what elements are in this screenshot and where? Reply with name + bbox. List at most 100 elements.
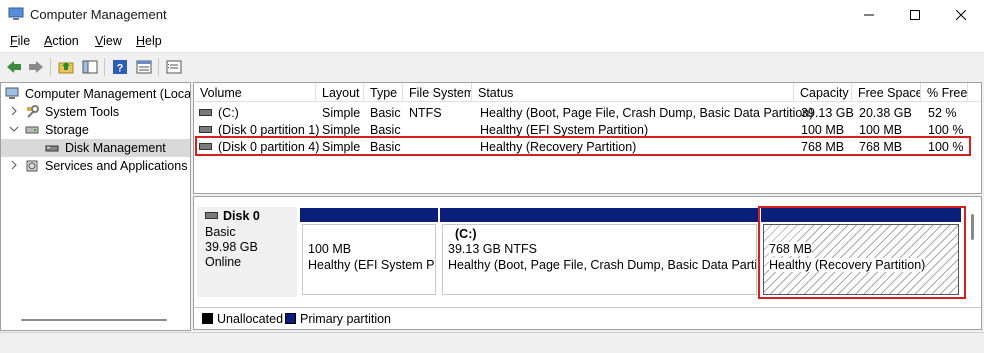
cell-pct-free: 52 % <box>928 106 957 120</box>
menu-action-label: ction <box>52 34 79 48</box>
chevron-down-icon[interactable] <box>9 124 19 134</box>
column-header-capacity[interactable]: Capacity <box>794 83 852 102</box>
cell-file-system: NTFS <box>409 106 442 120</box>
maximize-button[interactable] <box>892 0 938 30</box>
partition-name: (C:) <box>455 227 477 241</box>
tree-label-storage: Storage <box>45 123 89 137</box>
cell-type: Basic <box>370 106 401 120</box>
disk-icon <box>205 212 218 219</box>
help-button[interactable]: ? <box>110 57 130 77</box>
volume-list-header: Volume Layout Type File System Status Ca… <box>194 83 981 102</box>
cell-volume: (Disk 0 partition 1) <box>218 123 320 137</box>
legend-label-unallocated: Unallocated <box>217 312 284 326</box>
partition-c[interactable]: (C:) 39.13 GB NTFS Healthy (Boot, Page F… <box>440 208 759 297</box>
disk-info-panel[interactable]: Disk 0 Basic 39.98 GB Online <box>197 207 297 297</box>
tree-item-services-and-applications[interactable]: Services and Applications <box>1 157 190 175</box>
menu-help[interactable]: Help <box>136 34 162 48</box>
menu-file[interactable]: File <box>10 34 30 48</box>
export-list-icon <box>166 60 182 74</box>
back-button[interactable] <box>4 57 24 77</box>
cell-layout: Simple <box>322 106 361 120</box>
maximize-icon <box>910 10 920 20</box>
forward-arrow-icon <box>29 61 43 73</box>
menu-file-accel: F <box>10 34 18 48</box>
forward-button[interactable] <box>26 57 46 77</box>
system-tools-icon <box>27 105 39 118</box>
svg-text:?: ? <box>117 63 124 75</box>
partition-body: 100 MB Healthy (EFI System Par <box>302 224 436 295</box>
cell-volume: (C:) <box>218 106 239 120</box>
toolbar: ? <box>0 52 984 80</box>
show-hide-tree-icon <box>82 60 98 74</box>
menu-view[interactable]: View <box>95 34 122 48</box>
partition-efi[interactable]: 100 MB Healthy (EFI System Par <box>300 208 438 297</box>
column-header-layout[interactable]: Layout <box>316 83 364 102</box>
disk-management-icon <box>45 145 59 152</box>
menu-action[interactable]: Action <box>44 34 79 48</box>
legend-swatch-unallocated <box>202 313 213 324</box>
disk-state: Online <box>205 255 242 269</box>
menu-view-label: iew <box>103 34 122 48</box>
partition-size: 100 MB <box>308 242 352 256</box>
partition-status: Healthy (Boot, Page File, Crash Dump, Ba… <box>448 258 757 272</box>
minimize-icon <box>864 14 874 16</box>
close-icon <box>956 10 966 20</box>
tree-item-computer-management[interactable]: Computer Management (Local <box>1 85 190 103</box>
menu-bar: File Action View Help <box>0 30 984 52</box>
properties-button[interactable] <box>134 57 154 77</box>
properties-icon <box>136 60 152 74</box>
column-header-free-space[interactable]: Free Space <box>852 83 921 102</box>
tree-item-storage[interactable]: Storage <box>1 121 190 139</box>
legend-label-primary: Primary partition <box>300 312 391 326</box>
computer-icon <box>5 87 19 99</box>
chevron-right-icon[interactable] <box>9 106 19 116</box>
partition-status: Healthy (EFI System Par <box>308 258 436 272</box>
storage-icon <box>25 126 39 134</box>
cell-layout: Simple <box>322 123 361 137</box>
export-list-button[interactable] <box>164 57 184 77</box>
partition-bar <box>440 208 759 222</box>
help-icon: ? <box>113 60 127 75</box>
disk-vertical-scrollbar[interactable] <box>971 214 974 240</box>
close-button[interactable] <box>938 0 984 30</box>
window-title: Computer Management <box>30 7 167 22</box>
menu-help-accel: H <box>136 34 146 48</box>
partition-body: (C:) 39.13 GB NTFS Healthy (Boot, Page F… <box>442 224 757 295</box>
cell-capacity: 100 MB <box>801 123 845 137</box>
legend: Unallocated Primary partition <box>194 307 981 329</box>
cell-pct-free: 100 % <box>928 123 964 137</box>
column-header-pct-free[interactable]: % Free <box>921 83 968 102</box>
cell-free-space: 20.38 GB <box>859 106 912 120</box>
legend-swatch-primary <box>285 313 296 324</box>
highlight-recovery-row <box>195 136 971 156</box>
column-header-volume[interactable]: Volume <box>194 83 316 102</box>
menu-view-accel: V <box>95 34 104 48</box>
disk-name: Disk 0 <box>223 209 260 223</box>
services-icon <box>26 160 38 172</box>
title-bar: Computer Management <box>0 0 984 30</box>
minimize-button[interactable] <box>846 0 892 30</box>
tree-horizontal-scrollbar[interactable] <box>21 319 167 321</box>
partition-bar <box>300 208 438 222</box>
volume-icon <box>199 109 212 116</box>
back-arrow-icon <box>7 61 21 73</box>
cell-free-space: 100 MB <box>859 123 903 137</box>
tree-label-system-tools: System Tools <box>45 105 120 119</box>
up-folder-button[interactable] <box>56 57 76 77</box>
cell-type: Basic <box>370 123 401 137</box>
cell-status: Healthy (Boot, Page File, Crash Dump, Ba… <box>480 106 814 120</box>
table-row[interactable]: (C:) Simple Basic NTFS Healthy (Boot, Pa… <box>194 104 981 121</box>
disk-size: 39.98 GB <box>205 240 258 254</box>
column-header-type[interactable]: Type <box>364 83 403 102</box>
tree-item-disk-management[interactable]: Disk Management <box>1 139 190 157</box>
partition-size: 39.13 GB NTFS <box>448 242 537 256</box>
column-header-file-system[interactable]: File System <box>403 83 472 102</box>
tree-item-system-tools[interactable]: System Tools <box>1 103 190 121</box>
chevron-right-icon[interactable] <box>9 160 19 170</box>
column-header-status[interactable]: Status <box>472 83 794 102</box>
show-hide-tree-button[interactable] <box>80 57 100 77</box>
console-tree: Computer Management (Local System Tools … <box>0 82 191 331</box>
menu-file-label: ile <box>17 34 31 48</box>
volume-icon <box>199 126 212 133</box>
tree-label-disk-management: Disk Management <box>65 141 166 155</box>
